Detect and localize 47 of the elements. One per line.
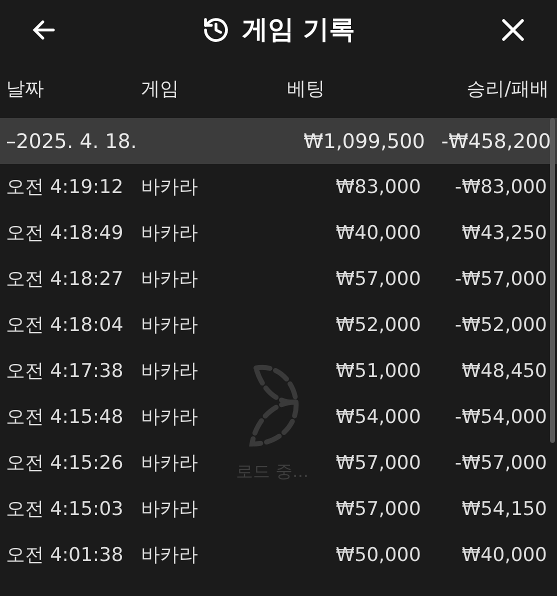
table-cell-text: -₩54,000: [454, 404, 547, 430]
table-cell-text: 바카라: [141, 266, 199, 292]
group-bet-total: ₩1,099,500: [302, 128, 425, 155]
group-result-total: -₩458,200: [440, 128, 552, 155]
table-cell-text: 오전 4:15:26: [5, 450, 124, 476]
table-cell-text: 바카라: [141, 404, 199, 430]
table-cell-text: -₩57,000: [454, 450, 547, 476]
table-cell-text: 오전 4:15:03: [5, 496, 124, 522]
scrollbar[interactable]: [550, 118, 555, 443]
table-cell-text: -₩52,000: [454, 312, 547, 338]
column-header: 날짜: [6, 78, 44, 100]
close-icon[interactable]: [499, 16, 527, 44]
table-cell-text: 오전 4:01:38: [5, 542, 124, 568]
table-cell-text: 바카라: [141, 312, 199, 338]
column-header: 게임: [141, 78, 179, 100]
table-cell-text: ₩51,000: [336, 358, 421, 384]
table-cell-text: ₩43,250: [460, 220, 547, 246]
table-cell-text: 오전 4:19:12: [5, 174, 124, 200]
table-cell-text: ₩57,000: [336, 450, 421, 476]
table-cell-text: 오전 4:15:48: [5, 404, 124, 430]
table-cell-text: ₩40,000: [460, 542, 547, 568]
table-cell-text: 오전 4:17:38: [5, 358, 124, 384]
table-cell-text: ₩54,000: [336, 404, 421, 430]
table-cell-text: 오전 4:18:49: [5, 220, 124, 246]
table-cell-text: -₩83,000: [454, 174, 547, 200]
table-cell-text: ₩57,000: [336, 496, 421, 522]
group-date: 2025. 4. 18.: [16, 128, 137, 155]
table-cell-text: 바카라: [141, 174, 199, 200]
window-title: 게임 기록: [242, 14, 356, 46]
table-cell-text: ₩83,000: [336, 174, 421, 200]
table-cell-text: -₩57,000: [454, 266, 547, 292]
table-cell-text: 바카라: [141, 358, 199, 384]
table-cell-text: ₩50,000: [336, 542, 421, 568]
table-cell-text: ₩48,450: [460, 358, 547, 384]
column-header: 승리/패배: [466, 78, 549, 100]
table-cell-text: ₩54,150: [460, 496, 547, 522]
table-cell-text: 바카라: [141, 220, 199, 246]
table-cell-text: 오전 4:18:04: [5, 312, 124, 338]
table-cell-text: ₩57,000: [336, 266, 421, 292]
table-cell-text: ₩40,000: [336, 220, 421, 246]
table-cell-text: ₩52,000: [336, 312, 421, 338]
history-icon: [202, 16, 230, 44]
column-header: 베팅: [287, 76, 325, 102]
collapse-toggle[interactable]: –: [0, 126, 16, 156]
table-cell-text: 오전 4:18:27: [5, 266, 124, 292]
table-cell-text: 바카라: [141, 496, 199, 522]
table-cell-text: 바카라: [141, 542, 199, 568]
